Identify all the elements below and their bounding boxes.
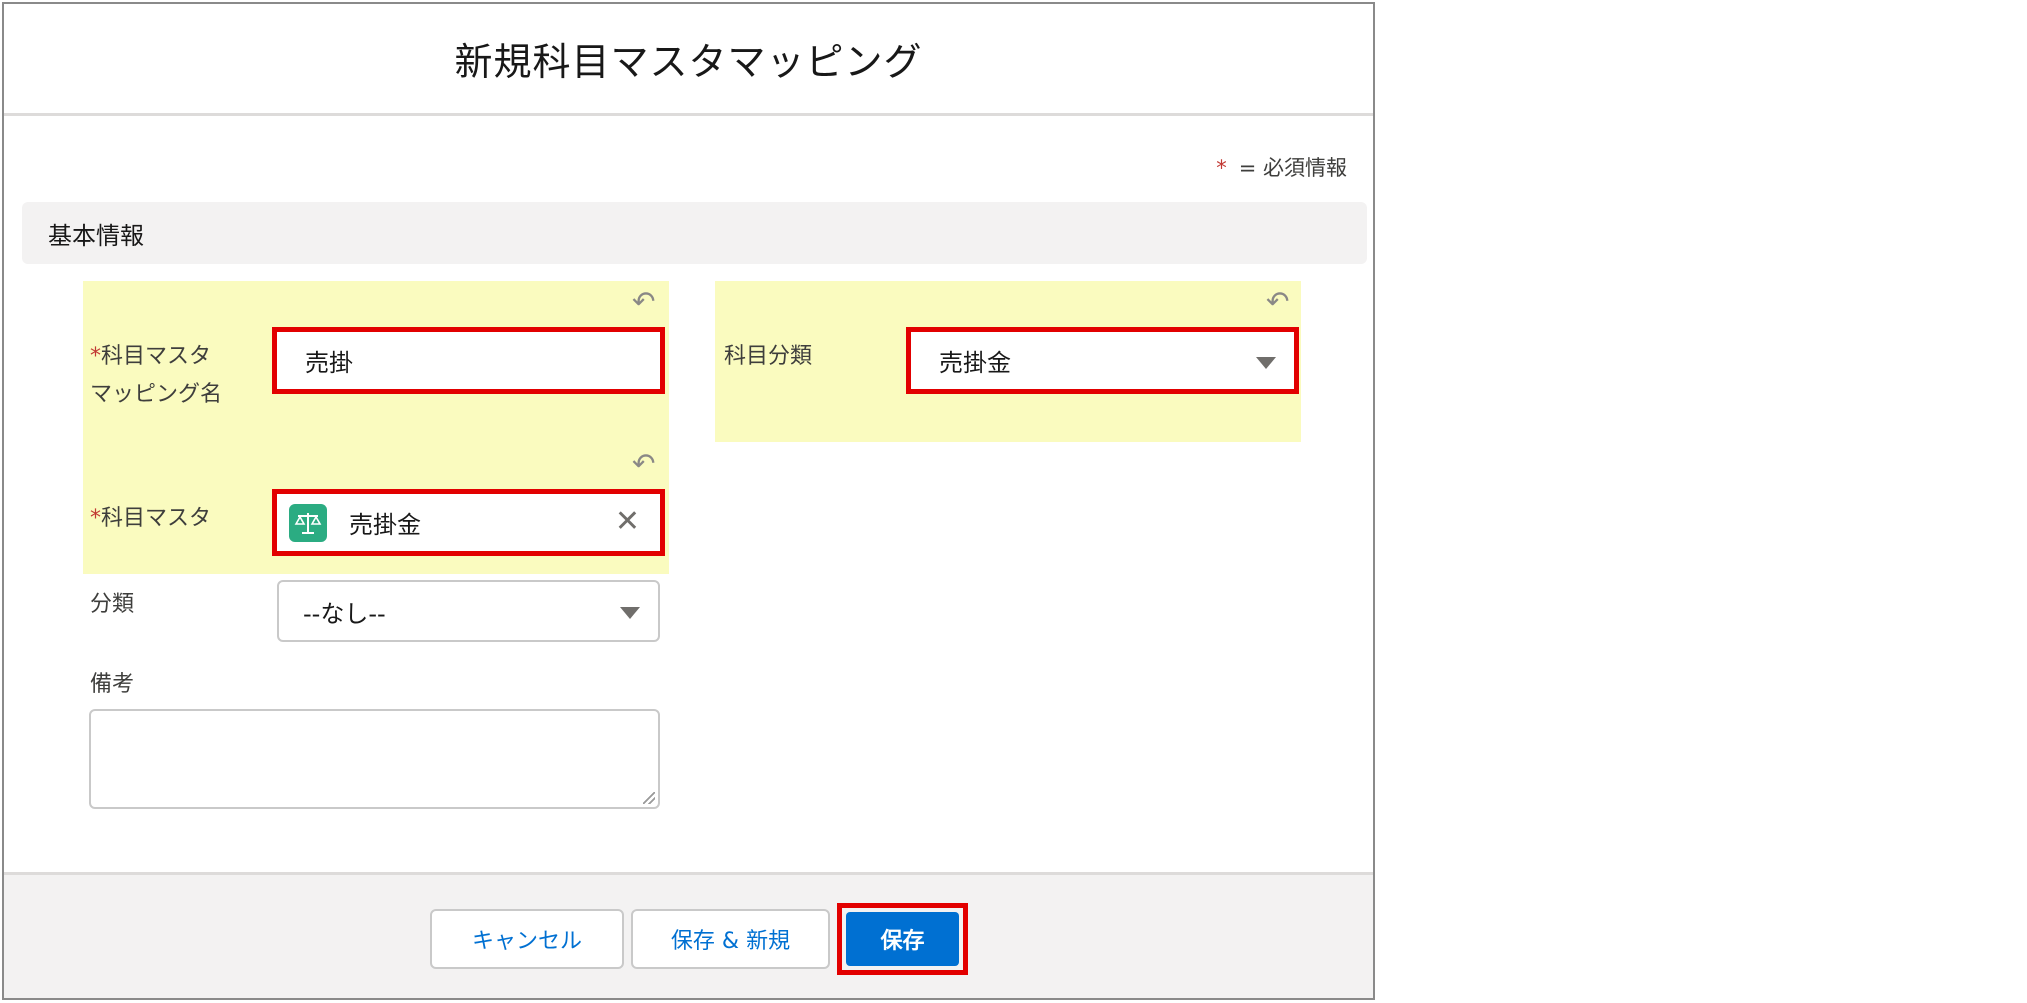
- account-classification-label: 科目分類: [724, 338, 812, 376]
- save-button-label: 保存: [880, 929, 925, 954]
- account-classification-label-text: 科目分類: [724, 344, 813, 369]
- undo-icon[interactable]: ↶: [1266, 288, 1289, 316]
- new-account-master-mapping-modal: 新規科目マスタマッピング * = 必須情報 基本情報 ↶ ↶ ↶ *科目マスタマッ…: [2, 2, 1375, 1000]
- save-and-new-button-label: 保存 & 新規: [670, 929, 791, 954]
- category-select[interactable]: --なし--: [277, 580, 660, 642]
- mapping-name-value: 売掛: [305, 349, 353, 377]
- mapping-name-label: *科目マスタマッピング名: [90, 338, 230, 414]
- required-info-text: = 必須情報: [1238, 156, 1347, 180]
- save-button[interactable]: 保存: [846, 912, 959, 966]
- category-label-text: 分類: [90, 592, 135, 617]
- section-header-basic-info[interactable]: 基本情報: [22, 202, 1367, 264]
- notes-label: 備考: [90, 666, 134, 704]
- account-master-label-text: 科目マスタ: [101, 506, 212, 531]
- chevron-down-icon: [620, 607, 640, 619]
- account-classification-value: 売掛金: [939, 349, 1011, 377]
- mapping-name-label-text: 科目マスタマッピング名: [90, 344, 223, 407]
- account-master-lookup[interactable]: 売掛金 ✕: [272, 489, 665, 556]
- notes-textarea[interactable]: [89, 709, 660, 809]
- undo-icon[interactable]: ↶: [632, 288, 655, 316]
- account-classification-select[interactable]: 売掛金: [906, 327, 1299, 394]
- chevron-down-icon: [1256, 356, 1276, 369]
- mapping-name-input[interactable]: 売掛: [272, 327, 665, 394]
- required-star: *: [90, 344, 101, 369]
- category-value: --なし--: [303, 599, 386, 628]
- undo-icon[interactable]: ↶: [632, 450, 655, 478]
- modal-title: 新規科目マスタマッピング: [454, 40, 923, 84]
- save-button-annotation: 保存: [837, 903, 968, 975]
- resize-handle-icon[interactable]: [643, 792, 655, 804]
- required-info-note: * = 必須情報: [1216, 152, 1347, 182]
- modal-footer: キャンセル 保存 & 新規 保存: [4, 872, 1373, 998]
- required-star: *: [90, 506, 101, 531]
- required-star: *: [1216, 156, 1227, 180]
- save-and-new-button[interactable]: 保存 & 新規: [631, 909, 830, 969]
- cancel-button-label: キャンセル: [471, 929, 582, 954]
- account-master-value: 売掛金: [349, 511, 421, 539]
- account-master-label: *科目マスタ: [90, 500, 211, 538]
- notes-label-text: 備考: [90, 672, 135, 697]
- clear-icon[interactable]: ✕: [615, 502, 640, 542]
- section-title: 基本情報: [48, 221, 144, 250]
- modal-header: 新規科目マスタマッピング: [4, 4, 1373, 116]
- scale-icon: [289, 504, 327, 542]
- category-label: 分類: [90, 586, 134, 624]
- cancel-button[interactable]: キャンセル: [430, 909, 624, 969]
